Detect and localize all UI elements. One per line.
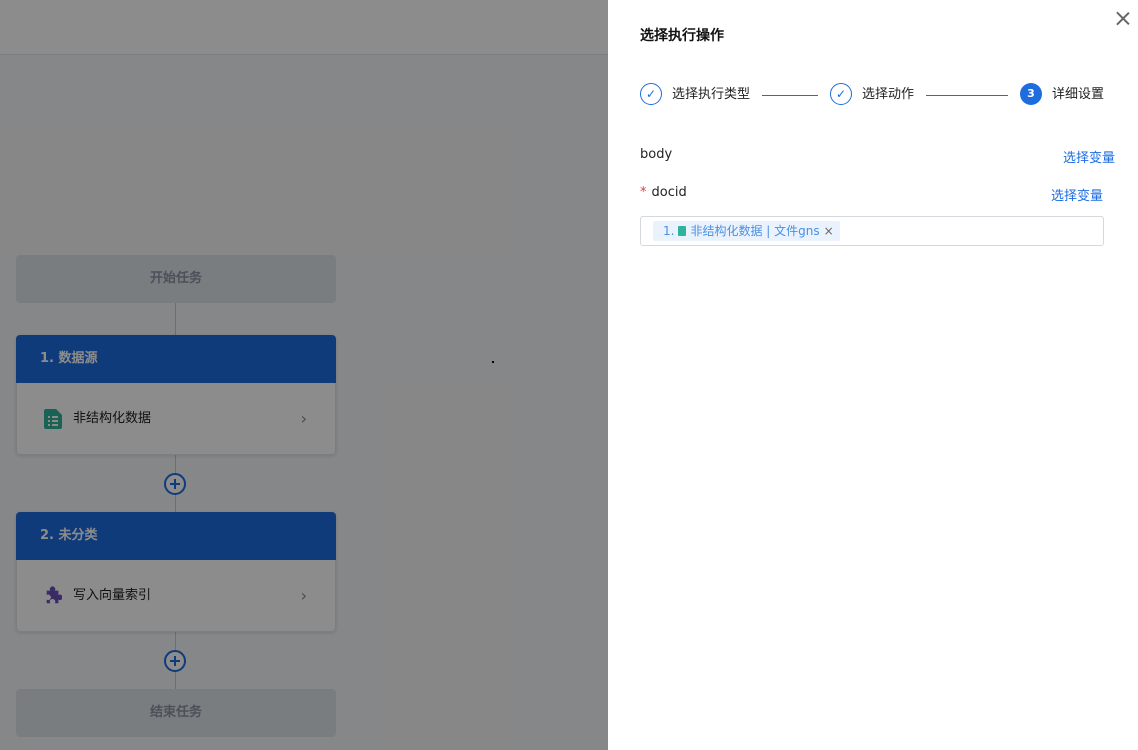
- steps: ✓ 选择执行类型 ✓ 选择动作 3 详细设置: [640, 83, 1110, 107]
- field-label-docid: * docid: [640, 185, 687, 200]
- step-divider: [762, 95, 818, 96]
- step-number: 3: [1020, 83, 1042, 105]
- check-icon: ✓: [640, 83, 662, 105]
- drawer-title: 选择执行操作: [640, 28, 724, 44]
- step-label: 详细设置: [1052, 87, 1105, 102]
- required-mark: *: [640, 185, 647, 200]
- action-drawer: 选择执行操作 ✓ 选择执行类型 ✓ 选择动作 3 详细设置 body 选择变量 …: [608, 0, 1138, 750]
- step-divider: [926, 95, 1008, 96]
- tag-text: 非结构化数据 | 文件gns: [690, 224, 820, 238]
- select-variable-link[interactable]: 选择变量: [1051, 185, 1103, 204]
- field-name: docid: [651, 185, 687, 200]
- check-icon: ✓: [830, 83, 852, 105]
- file-icon: [678, 226, 687, 236]
- remove-tag-icon[interactable]: ×: [824, 224, 834, 238]
- step-label: 选择执行类型: [672, 87, 751, 102]
- docid-input[interactable]: 1. 非结构化数据 | 文件gns ×: [640, 216, 1104, 246]
- tag-prefix: 1.: [663, 224, 675, 238]
- variable-tag: 1. 非结构化数据 | 文件gns ×: [653, 221, 840, 241]
- select-variable-link[interactable]: 选择变量: [1063, 147, 1115, 166]
- close-icon[interactable]: [1112, 8, 1134, 30]
- step-label: 选择动作: [862, 87, 915, 102]
- field-label-body: body: [640, 147, 673, 162]
